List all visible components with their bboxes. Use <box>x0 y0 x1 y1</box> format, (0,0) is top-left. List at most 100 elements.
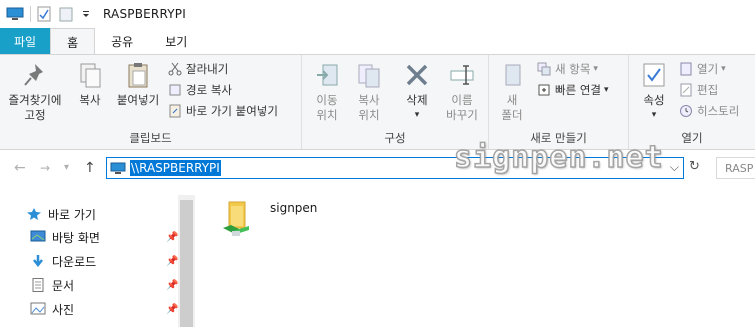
pin-icon[interactable]: 📌 <box>166 232 178 243</box>
open-label: 열기 <box>697 62 719 76</box>
copy-path-label: 경로 복사 <box>186 83 232 97</box>
refresh-icon[interactable]: ↻ <box>689 159 700 174</box>
tab-file[interactable]: 파일 <box>0 28 51 54</box>
customize-toolbar-icon[interactable] <box>81 6 91 22</box>
new-item-label: 새 항목 <box>555 62 591 76</box>
properties-icon[interactable] <box>37 6 51 22</box>
scissors-icon <box>168 62 182 76</box>
easy-access-button[interactable]: 빠른 연결 ▾ <box>537 81 609 99</box>
copy-to-button[interactable]: 복사 위치 <box>350 59 388 123</box>
ribbon-tabs: 파일 홈 공유 보기 <box>0 28 755 55</box>
new-folder-label-line2: 폴더 <box>501 108 523 122</box>
sidebar-label: 사진 <box>52 302 75 317</box>
delete-x-icon <box>403 61 431 89</box>
cut-label: 잘라내기 <box>186 62 229 76</box>
title-bar: RASPBERRYPI <box>0 0 755 28</box>
history-icon <box>679 104 693 118</box>
download-arrow-icon <box>30 254 46 268</box>
recent-locations-chevron-icon[interactable]: ▾ <box>64 162 69 173</box>
copy-to-label-line2: 위치 <box>358 108 380 122</box>
shared-folder-icon[interactable] <box>219 198 255 238</box>
open-group: 속성 ▾ 열기 ▾ 편집 히스토리 열기 <box>629 55 755 149</box>
new-item-dropdown-icon: ▾ <box>593 64 598 74</box>
folder-icon <box>498 61 526 89</box>
easy-access-dropdown-icon: ▾ <box>603 85 609 95</box>
rename-icon <box>448 61 476 89</box>
address-path[interactable]: \\RASPBERRYPI <box>130 160 221 176</box>
rename-button[interactable]: 이름 바꾸기 <box>440 59 484 123</box>
copy-button[interactable]: 복사 <box>72 59 108 108</box>
properties-dropdown-icon[interactable]: ▾ <box>635 108 673 123</box>
search-input[interactable]: RASP <box>716 157 755 179</box>
history-label: 히스토리 <box>697 104 740 118</box>
pin-icon[interactable]: 📌 <box>166 256 178 267</box>
delete-dropdown-icon[interactable]: ▾ <box>398 108 436 123</box>
divider <box>30 6 31 22</box>
delete-label: 삭제 <box>406 93 428 107</box>
new-group: 새 폴더 새 항목 ▾ 빠른 연결 ▾ 새로 만들기 <box>489 55 629 149</box>
rename-label-line2: 바꾸기 <box>446 108 478 122</box>
back-arrow-icon[interactable]: ← <box>14 160 26 176</box>
computer-icon[interactable] <box>6 7 24 21</box>
pin-icon[interactable]: 📌 <box>166 280 178 291</box>
easy-access-icon <box>537 83 551 97</box>
tab-share[interactable]: 공유 <box>95 28 149 54</box>
move-to-button[interactable]: 이동 위치 <box>308 59 346 123</box>
pictures-icon <box>30 302 46 316</box>
paste-label: 붙여넣기 <box>116 93 160 107</box>
window-title: RASPBERRYPI <box>103 7 186 21</box>
rename-label-line1: 이름 <box>451 93 473 107</box>
up-arrow-icon[interactable]: ↑ <box>84 160 96 176</box>
clipboard-group-label: 클립보드 <box>129 131 172 145</box>
open-dropdown-icon: ▾ <box>721 64 726 74</box>
edit-icon <box>679 83 693 97</box>
network-computer-icon <box>110 162 126 174</box>
paste-shortcut-label: 바로 가기 붙여넣기 <box>186 104 278 118</box>
edit-button[interactable]: 편집 <box>679 81 718 99</box>
sidebar-item-documents[interactable]: 문서 <box>30 275 74 295</box>
copy-path-button[interactable]: 경로 복사 <box>168 81 232 99</box>
cut-button[interactable]: 잘라내기 <box>168 60 228 78</box>
copy-icon <box>76 61 104 89</box>
open-icon <box>679 62 693 76</box>
document-icon <box>30 278 46 292</box>
history-button[interactable]: 히스토리 <box>679 102 739 120</box>
new-folder-button[interactable]: 새 폴더 <box>495 59 529 123</box>
navigation-pane: 바로 가기 바탕 화면 다운로드 문서 사진 📌 📌 📌 📌 <box>0 195 195 327</box>
clipboard-icon <box>124 61 152 89</box>
folder-name[interactable]: signpen <box>270 201 317 215</box>
sidebar-item-pictures[interactable]: 사진 <box>30 299 74 319</box>
clipboard-group: 즐겨찾기에 고정 복사 붙여넣기 잘라내기 경로 복사 바로 가기 붙여넣기 클… <box>0 55 302 149</box>
address-dropdown-icon[interactable]: ⌵ <box>670 160 679 175</box>
tab-view[interactable]: 보기 <box>149 28 203 54</box>
sidebar-item-downloads[interactable]: 다운로드 <box>30 251 96 271</box>
sidebar-label: 바탕 화면 <box>52 230 100 245</box>
easy-access-label: 빠른 연결 <box>555 83 601 97</box>
copy-path-icon <box>168 83 182 97</box>
scrollbar-thumb[interactable] <box>180 200 193 327</box>
ribbon: 즐겨찾기에 고정 복사 붙여넣기 잘라내기 경로 복사 바로 가기 붙여넣기 클… <box>0 54 755 150</box>
sidebar-item-desktop[interactable]: 바탕 화면 <box>30 227 100 247</box>
delete-button[interactable]: 삭제 ▾ <box>398 59 436 123</box>
paste-shortcut-icon <box>168 104 182 118</box>
new-item-button[interactable]: 새 항목 ▾ <box>537 60 598 78</box>
pin-label-line2: 고정 <box>24 108 46 122</box>
pin-icon[interactable]: 📌 <box>166 304 178 315</box>
forward-arrow-icon[interactable]: → <box>40 161 50 175</box>
pin-to-quick-access-button[interactable]: 즐겨찾기에 고정 <box>4 59 66 123</box>
new-folder-icon[interactable] <box>59 6 73 22</box>
copy-label: 복사 <box>79 93 101 107</box>
organize-group: 이동 위치 복사 위치 삭제 ▾ 이름 바꾸기 구성 <box>302 55 489 149</box>
tab-home[interactable]: 홈 <box>50 28 96 55</box>
copy-to-icon <box>355 61 383 89</box>
properties-button[interactable]: 속성 ▾ <box>635 59 673 123</box>
sidebar-item-quick-access[interactable]: 바로 가기 <box>26 204 96 224</box>
sidebar-label: 다운로드 <box>52 254 97 269</box>
new-item-icon <box>537 62 551 76</box>
open-button[interactable]: 열기 ▾ <box>679 60 726 78</box>
properties-label: 속성 <box>643 93 665 107</box>
paste-shortcut-button[interactable]: 바로 가기 붙여넣기 <box>168 102 278 120</box>
desktop-icon <box>30 230 46 244</box>
sidebar-label: 바로 가기 <box>48 207 96 222</box>
paste-button[interactable]: 붙여넣기 <box>112 59 164 108</box>
